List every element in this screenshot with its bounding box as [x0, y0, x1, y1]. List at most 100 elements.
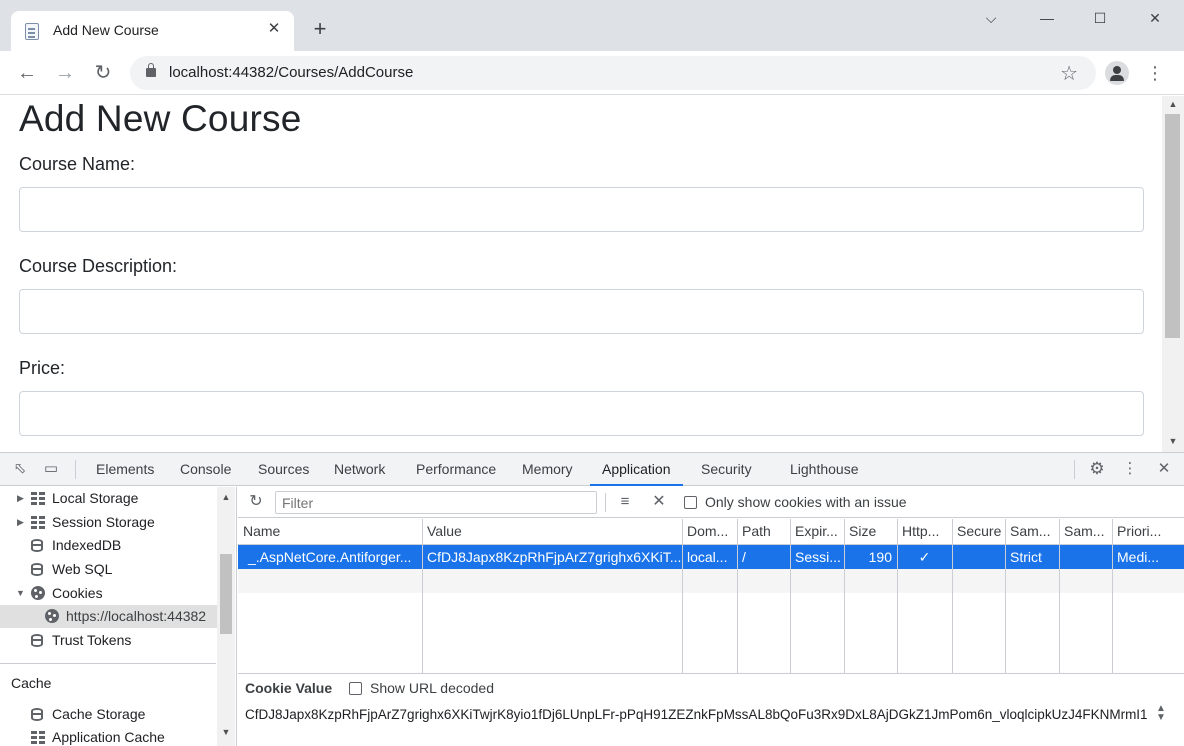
- sidebar-item-label: Session Storage: [52, 514, 155, 530]
- url-text[interactable]: localhost:44382/Courses/AddCourse: [169, 64, 413, 81]
- only-issues-label: Only show cookies with an issue: [705, 494, 907, 510]
- cell-sameparty[interactable]: [1059, 545, 1112, 569]
- sidebar-item-label: Application Cache: [52, 729, 165, 745]
- expand-arrow-icon[interactable]: ▶: [17, 487, 24, 510]
- column-header-secure[interactable]: Secure: [952, 519, 1005, 544]
- only-issues-checkbox[interactable]: [684, 496, 697, 509]
- column-header-path[interactable]: Path: [737, 519, 790, 544]
- tab-title: Add New Course: [53, 22, 159, 38]
- collapse-arrow-icon[interactable]: ▼: [16, 582, 25, 605]
- cell-httponly[interactable]: ✓: [897, 545, 952, 569]
- cell-name[interactable]: _.AspNetCore.Antiforger...: [238, 545, 422, 569]
- column-header-size[interactable]: Size: [844, 519, 897, 544]
- tab-search-icon[interactable]: ⌵: [976, 6, 1006, 30]
- device-toolbar-icon[interactable]: ▭: [41, 459, 61, 479]
- tab-memory[interactable]: Memory: [522, 453, 573, 486]
- column-header-sameparty[interactable]: Sam...: [1059, 519, 1112, 544]
- column-header-value[interactable]: Value: [422, 519, 682, 544]
- browser-window: Add New Course ✕ + ⌵ — ☐ ✕ ← → ↻ localho…: [0, 0, 1184, 746]
- page-scrollbar-thumb[interactable]: [1165, 114, 1180, 338]
- cell-domain[interactable]: local...: [682, 545, 737, 569]
- bookmark-star-icon[interactable]: ☆: [1060, 61, 1078, 86]
- scroll-down-arrow-icon[interactable]: ▼: [1162, 436, 1184, 446]
- cookie-filter-input[interactable]: [275, 491, 597, 514]
- show-url-decoded-checkbox[interactable]: [349, 682, 362, 695]
- tab-console[interactable]: Console: [180, 453, 231, 486]
- sidebar-item-cookie-origin[interactable]: https://localhost:44382: [0, 605, 220, 628]
- sidebar-item-web-sql[interactable]: Web SQL: [0, 558, 220, 581]
- close-devtools-icon[interactable]: ✕: [1154, 459, 1174, 479]
- reload-icon[interactable]: ↻: [90, 60, 116, 86]
- cookies-toolbar: ↻ ≡ ✕ Only show cookies with an issue: [238, 487, 1184, 518]
- cell-path[interactable]: /: [737, 545, 790, 569]
- delete-selected-icon[interactable]: ✕: [649, 492, 669, 512]
- sidebar-section-cache: Cache: [11, 675, 52, 691]
- page-scrollbar[interactable]: ▲ ▼: [1162, 96, 1184, 452]
- toolbar-divider: [605, 493, 606, 512]
- sidebar-item-local-storage[interactable]: ▶ Local Storage: [0, 487, 220, 510]
- column-header-domain[interactable]: Dom...: [682, 519, 737, 544]
- course-name-input[interactable]: [19, 187, 1144, 232]
- minimize-button[interactable]: —: [1032, 6, 1062, 30]
- tab-security[interactable]: Security: [701, 453, 752, 486]
- sidebar-item-label: IndexedDB: [52, 537, 122, 553]
- cell-expires[interactable]: Sessi...: [790, 545, 844, 569]
- page-favicon-icon: [25, 23, 39, 40]
- browser-tab[interactable]: Add New Course ✕: [11, 11, 294, 51]
- sidebar-item-cookies[interactable]: ▼ Cookies: [0, 582, 220, 605]
- tab-application[interactable]: Application: [590, 453, 683, 486]
- column-header-expires[interactable]: Expir...: [790, 519, 844, 544]
- cookie-value-text[interactable]: CfDJ8Japx8KzpRhFjpArZ7grighx6XKiTwjrK8yi…: [245, 707, 1150, 722]
- sidebar-item-application-cache[interactable]: Application Cache: [0, 726, 220, 746]
- lock-icon[interactable]: [146, 63, 156, 77]
- tab-network[interactable]: Network: [334, 453, 385, 486]
- storage-grid-icon: [31, 731, 45, 744]
- course-description-input[interactable]: [19, 289, 1144, 334]
- forward-arrow-icon[interactable]: →: [52, 60, 78, 86]
- profile-avatar-icon[interactable]: [1105, 61, 1129, 85]
- column-header-httponly[interactable]: Http...: [897, 519, 952, 544]
- cell-samesite[interactable]: Strict: [1005, 545, 1059, 569]
- price-label: Price:: [19, 358, 66, 378]
- database-icon: [31, 708, 43, 721]
- browser-menu-icon[interactable]: ⋮: [1145, 60, 1165, 86]
- tab-close-icon[interactable]: ✕: [264, 19, 284, 39]
- sidebar-item-label: https://localhost:44382: [66, 608, 207, 624]
- price-input[interactable]: [19, 391, 1144, 436]
- tab-sources[interactable]: Sources: [258, 453, 309, 486]
- settings-gear-icon[interactable]: ⚙: [1087, 459, 1107, 479]
- column-header-name[interactable]: Name: [238, 519, 422, 544]
- sidebar-scrollbar-thumb[interactable]: [220, 554, 232, 634]
- sidebar-scrollbar[interactable]: ▲ ▼: [217, 487, 235, 746]
- sidebar-item-trust-tokens[interactable]: Trust Tokens: [0, 629, 220, 652]
- inspect-element-icon[interactable]: ⬁: [10, 459, 30, 479]
- clear-filtered-cookies-icon[interactable]: ≡: [615, 492, 635, 512]
- scroll-up-arrow-icon[interactable]: ▲: [217, 492, 235, 502]
- devtools-menu-icon[interactable]: ⋮: [1120, 459, 1140, 479]
- tab-elements[interactable]: Elements: [96, 453, 154, 486]
- scroll-down-arrow-icon[interactable]: ▼: [217, 727, 235, 737]
- cell-secure[interactable]: [952, 545, 1005, 569]
- cell-size[interactable]: 190: [844, 545, 897, 569]
- sidebar-item-indexeddb[interactable]: IndexedDB: [0, 534, 220, 557]
- maximize-button[interactable]: ☐: [1085, 6, 1115, 30]
- tab-performance[interactable]: Performance: [416, 453, 496, 486]
- storage-grid-icon: [31, 492, 45, 505]
- scroll-spinner-icon[interactable]: ▲ ▼: [1156, 704, 1166, 723]
- back-arrow-icon[interactable]: ←: [14, 60, 40, 86]
- close-window-button[interactable]: ✕: [1140, 6, 1170, 30]
- expand-arrow-icon[interactable]: ▶: [17, 511, 24, 534]
- cell-value[interactable]: CfDJ8Japx8KzpRhFjpArZ7grighx6XKiT...: [422, 545, 682, 569]
- cell-priority[interactable]: Medi...: [1112, 545, 1184, 569]
- cookie-icon: [45, 609, 59, 623]
- course-name-label: Course Name:: [19, 154, 136, 174]
- sidebar-item-cache-storage[interactable]: Cache Storage: [0, 703, 220, 726]
- refresh-icon[interactable]: ↻: [246, 492, 266, 512]
- sidebar-item-session-storage[interactable]: ▶ Session Storage: [0, 511, 220, 534]
- scroll-up-arrow-icon[interactable]: ▲: [1162, 99, 1184, 109]
- tab-lighthouse[interactable]: Lighthouse: [790, 453, 859, 486]
- column-header-samesite[interactable]: Sam...: [1005, 519, 1059, 544]
- new-tab-button[interactable]: +: [308, 17, 332, 41]
- address-bar[interactable]: localhost:44382/Courses/AddCourse ☆: [130, 56, 1096, 90]
- column-header-priority[interactable]: Priori...: [1112, 519, 1184, 544]
